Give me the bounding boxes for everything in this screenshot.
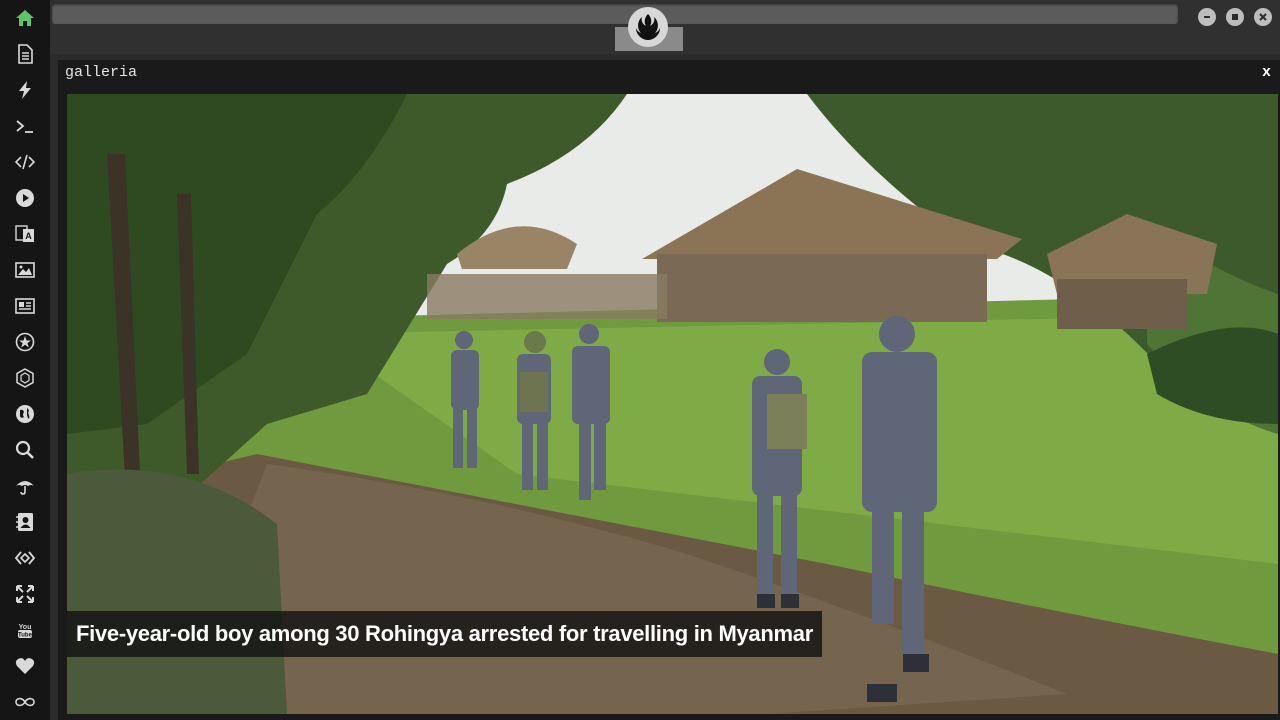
maximize-button[interactable] [1226, 8, 1244, 26]
top-bar [50, 0, 1280, 54]
minimize-button[interactable] [1198, 8, 1216, 26]
gallery-window: galleria x Five-year-old boy among 30 Ro… [58, 60, 1280, 720]
close-window-button[interactable] [1254, 8, 1272, 26]
app-dock: A You Tube [0, 0, 50, 720]
hexagon-icon[interactable] [13, 366, 37, 390]
rebel-alliance-logo-icon[interactable] [628, 7, 668, 47]
infinity-icon[interactable] [13, 690, 37, 714]
search-icon[interactable] [13, 438, 37, 462]
play-icon[interactable] [13, 186, 37, 210]
umbrella-icon[interactable] [13, 474, 37, 498]
window-title: galleria [65, 64, 138, 81]
star-badge-icon[interactable] [13, 330, 37, 354]
svg-text:You: You [19, 624, 32, 631]
photo-caption: Five-year-old boy among 30 Rohingya arre… [67, 611, 822, 657]
terminal-icon[interactable] [13, 114, 37, 138]
image-icon[interactable] [13, 258, 37, 282]
lightning-icon[interactable] [13, 78, 37, 102]
heart-icon[interactable] [13, 654, 37, 678]
translate-icon[interactable]: A [13, 222, 37, 246]
document-icon[interactable] [13, 42, 37, 66]
newspaper-icon[interactable] [13, 294, 37, 318]
gallery-photo[interactable]: Five-year-old boy among 30 Rohingya arre… [67, 94, 1278, 714]
network-icon[interactable] [13, 546, 37, 570]
globe-icon[interactable] [13, 402, 37, 426]
address-bar[interactable] [52, 4, 1178, 24]
svg-text:A: A [25, 231, 32, 241]
code-icon[interactable] [13, 150, 37, 174]
youtube-icon[interactable]: You Tube [13, 618, 37, 642]
home-icon[interactable] [13, 6, 37, 30]
window-close-button[interactable]: x [1262, 64, 1271, 81]
fullscreen-icon[interactable] [13, 582, 37, 606]
contact-icon[interactable] [13, 510, 37, 534]
svg-text:Tube: Tube [18, 633, 33, 639]
